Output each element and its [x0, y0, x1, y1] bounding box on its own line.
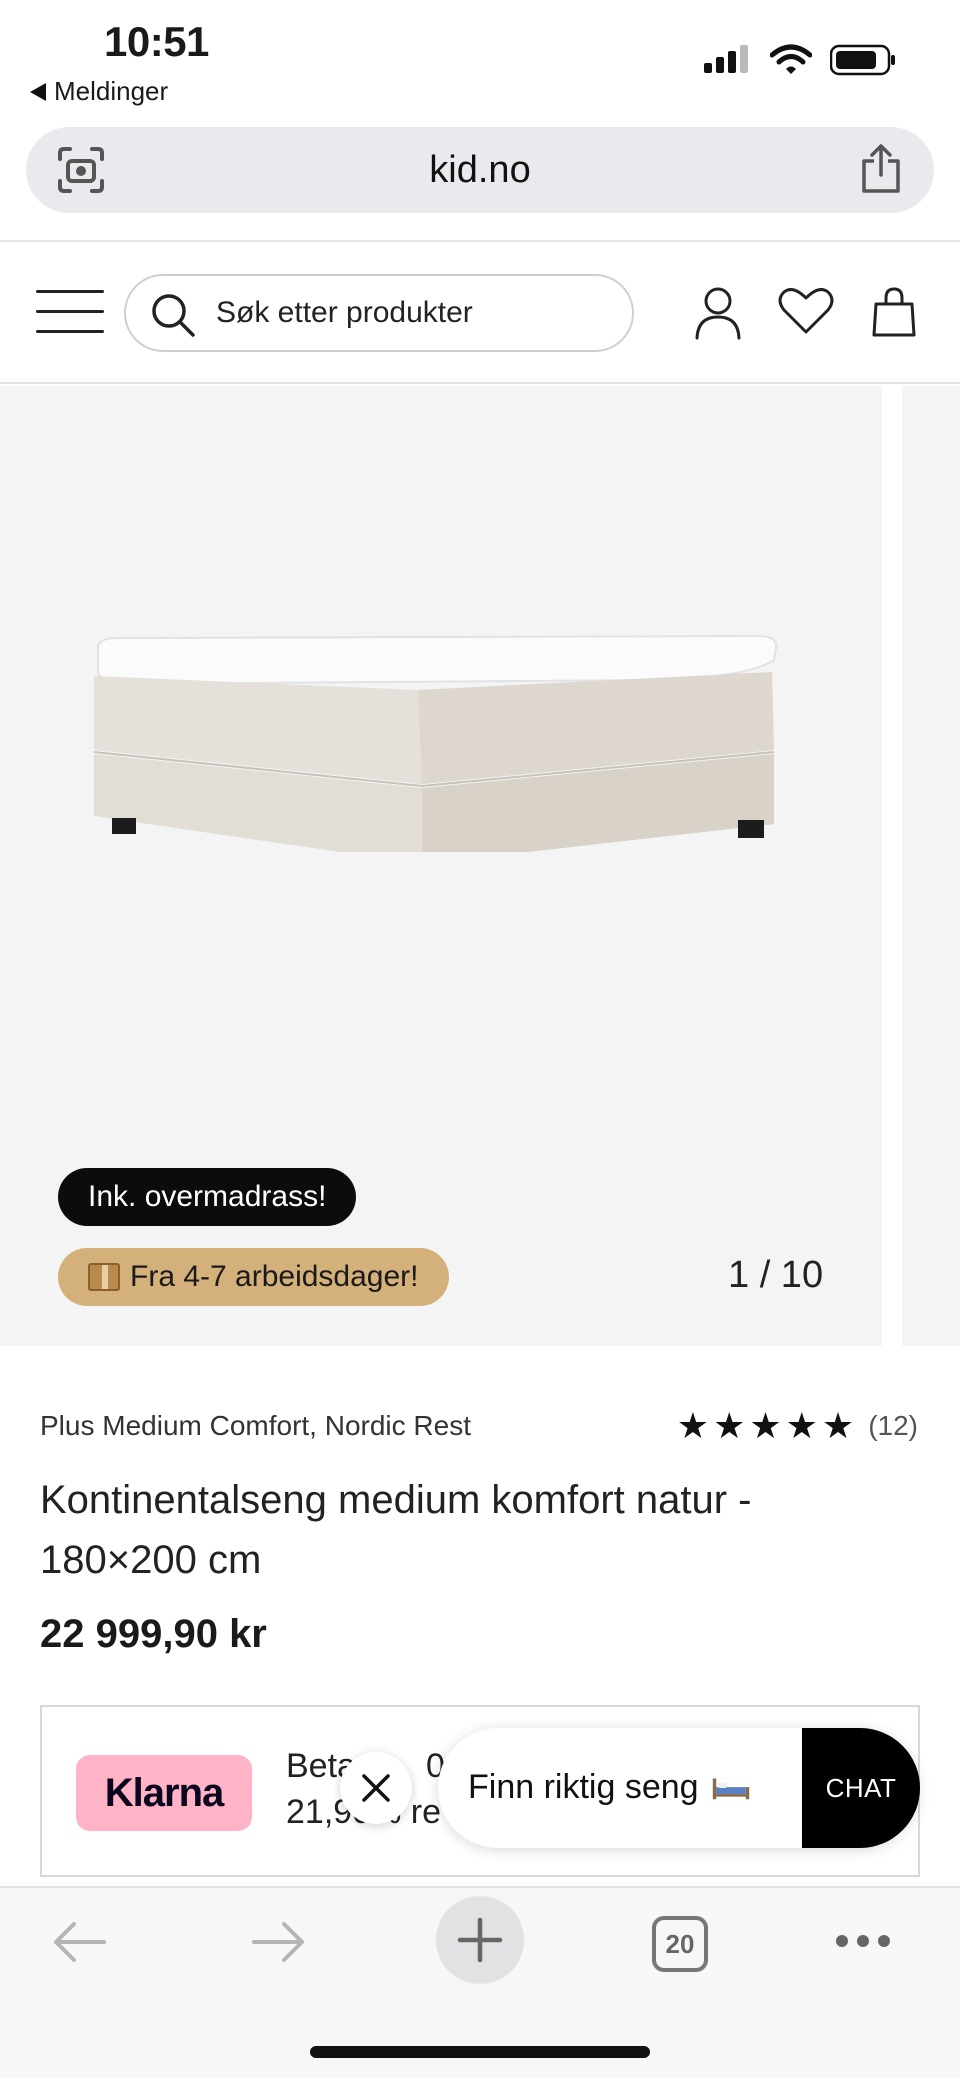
bed-emoji-icon — [712, 1777, 749, 1799]
close-icon — [362, 1774, 390, 1802]
back-triangle-icon — [30, 82, 46, 101]
status-time: 10:51 — [104, 18, 209, 65]
package-icon — [88, 1263, 120, 1291]
site-header — [0, 242, 960, 384]
star-icon: ★ — [676, 1405, 710, 1446]
back-app-label: Meldinger — [54, 76, 169, 106]
product-title: Kontinentalseng medium komfort natur - 1… — [40, 1478, 752, 1582]
badge-topper-included: Ink. overmadrass! — [58, 1168, 357, 1226]
chat-button[interactable]: CHAT — [802, 1728, 920, 1848]
rating-count: (12) — [868, 1410, 918, 1441]
tabs-icon[interactable]: 20 — [652, 1916, 708, 1972]
gallery-slide-current[interactable]: Ink. overmadrass! Fra 4-7 arbeidsdager! … — [0, 386, 882, 1346]
search-bar[interactable] — [124, 274, 634, 352]
back-arrow-icon[interactable] — [50, 1914, 108, 1970]
product-image-bed — [93, 634, 778, 852]
browser-toolbar: 20 — [0, 1886, 960, 2078]
badge-delivery-time: Fra 4-7 arbeidsdager! — [58, 1248, 449, 1306]
chat-prompt-text: Finn riktig seng — [468, 1768, 699, 1806]
gallery-slide-next[interactable] — [902, 386, 960, 1346]
status-bar: 10:51 Meldinger — [0, 0, 960, 118]
search-icon — [152, 294, 195, 337]
product-gallery[interactable]: Ink. overmadrass! Fra 4-7 arbeidsdager! … — [0, 386, 960, 1346]
product-rating[interactable]: ★ ★ ★ ★ ★ (12) — [677, 1408, 918, 1444]
badge-delivery-text: Fra 4-7 arbeidsdager! — [130, 1260, 419, 1293]
wishlist-heart-icon[interactable] — [778, 286, 834, 336]
star-icon: ★ — [785, 1405, 818, 1446]
product-brand[interactable]: Plus Medium Comfort, Nordic Rest — [40, 1410, 471, 1442]
gallery-counter: 1 / 10 — [728, 1254, 824, 1296]
forward-arrow-icon[interactable] — [250, 1914, 308, 1970]
more-dots-icon[interactable] — [834, 1932, 892, 1950]
star-icon: ★ — [749, 1405, 782, 1446]
chat-close-button[interactable] — [340, 1752, 412, 1824]
hamburger-icon[interactable] — [36, 290, 104, 336]
star-icon: ★ — [713, 1405, 746, 1446]
new-tab-plus-icon — [457, 1917, 503, 1963]
wifi-icon — [770, 44, 812, 74]
signal-icon — [704, 45, 748, 73]
status-icons — [704, 44, 896, 76]
search-input[interactable] — [216, 296, 616, 330]
url-bar[interactable]: kid.no — [26, 127, 934, 213]
home-indicator — [310, 2046, 650, 2058]
star-icon: ★ — [821, 1405, 855, 1446]
new-tab-button[interactable] — [436, 1896, 524, 1984]
back-to-app-button[interactable]: Meldinger — [30, 76, 168, 107]
cart-bag-icon[interactable] — [872, 286, 916, 338]
url-text[interactable]: kid.no — [26, 149, 934, 192]
product-price: 22 999,90 kr — [40, 1612, 267, 1656]
account-icon[interactable] — [694, 286, 742, 340]
battery-icon — [830, 44, 895, 76]
share-icon[interactable] — [858, 143, 904, 195]
klarna-logo: Klarna — [76, 1755, 252, 1831]
